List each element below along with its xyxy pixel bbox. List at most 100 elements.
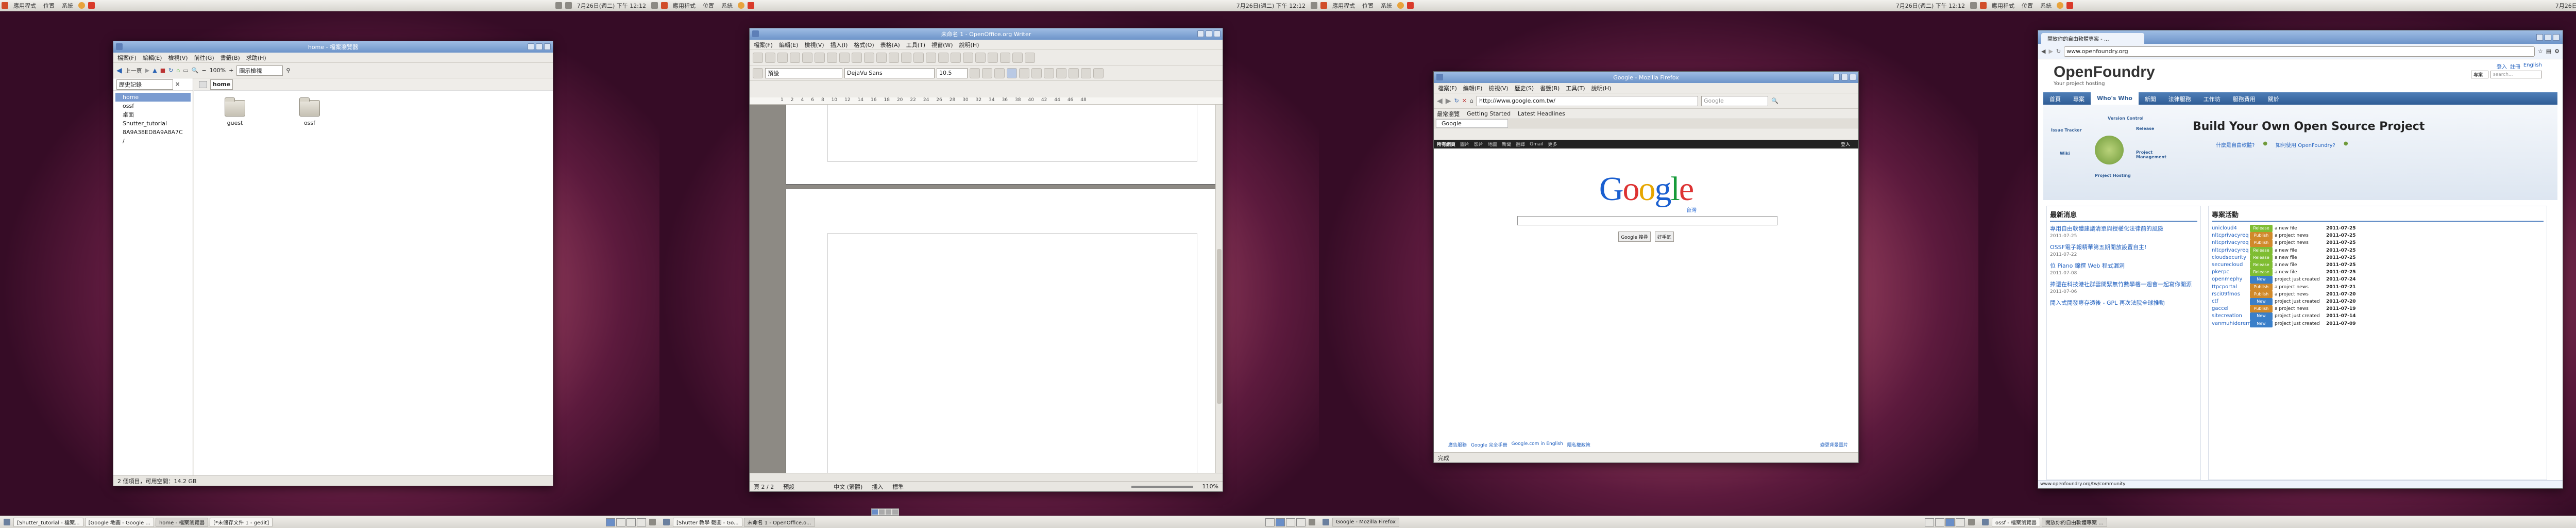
gnav-images[interactable]: 圖片 bbox=[1460, 141, 1469, 147]
nav-workshop[interactable]: 工作坊 bbox=[2197, 92, 2227, 105]
cut-icon[interactable] bbox=[876, 52, 887, 63]
align-left-icon[interactable] bbox=[1007, 68, 1017, 78]
draw-icon[interactable] bbox=[975, 52, 986, 63]
activity-project[interactable]: vanmuhiderem bbox=[2212, 320, 2251, 327]
login-link[interactable]: 登入 bbox=[1841, 141, 1850, 147]
workspace-switcher[interactable] bbox=[1925, 518, 1965, 526]
gnav-translate[interactable]: 翻譯 bbox=[1516, 141, 1525, 147]
menu-history[interactable]: 歷史(S) bbox=[1515, 84, 1534, 92]
menu-file[interactable]: 檔案(F) bbox=[117, 54, 137, 62]
table-icon[interactable] bbox=[963, 52, 973, 63]
styles-icon[interactable] bbox=[753, 68, 763, 78]
computer-icon[interactable]: ▭ bbox=[183, 67, 188, 74]
stop-icon[interactable]: ■ bbox=[160, 67, 165, 74]
taskbar-item[interactable]: [*未儲存文件 1 - gedit] bbox=[210, 517, 273, 527]
firefox-launcher-icon[interactable] bbox=[2057, 2, 2063, 9]
window-menu-icon[interactable] bbox=[752, 30, 759, 37]
view-mode-select[interactable]: 圖示檢視 bbox=[236, 65, 283, 76]
gnav-gmail[interactable]: Gmail bbox=[1530, 142, 1543, 147]
gnav-web[interactable]: 所有網頁 bbox=[1437, 141, 1455, 147]
edit-icon[interactable] bbox=[802, 52, 812, 63]
underline-icon[interactable] bbox=[994, 68, 1005, 78]
file-item[interactable]: guest bbox=[225, 97, 245, 126]
undo-icon[interactable] bbox=[926, 52, 936, 63]
firefox-launcher-icon[interactable] bbox=[738, 2, 744, 9]
menu-tools[interactable]: 工具(T) bbox=[1566, 84, 1585, 92]
activity-project[interactable]: openmephy bbox=[2212, 276, 2248, 283]
menu-help[interactable]: 說明(H) bbox=[959, 41, 979, 49]
redo-icon[interactable] bbox=[938, 52, 948, 63]
clock[interactable]: 7月26日(週二) 下午 12:12 bbox=[1236, 2, 1306, 10]
numbering-icon[interactable] bbox=[1056, 68, 1066, 78]
activity-project[interactable]: cloudsecurity bbox=[2212, 254, 2248, 261]
close-button[interactable] bbox=[1214, 30, 1221, 37]
menu-system[interactable]: 系統 bbox=[1381, 2, 1392, 10]
activity-project[interactable]: rsci09fmos bbox=[2212, 291, 2248, 298]
reload-icon[interactable]: ↻ bbox=[1454, 97, 1459, 104]
forward-arrow-icon[interactable]: ▶ bbox=[145, 67, 149, 74]
home-icon[interactable]: ⌂ bbox=[1470, 97, 1473, 104]
workspace-switcher[interactable] bbox=[1265, 518, 1306, 526]
nav-about[interactable]: 關於 bbox=[2262, 92, 2285, 105]
menu-table[interactable]: 表格(A) bbox=[880, 41, 900, 49]
print-icon[interactable] bbox=[827, 52, 837, 63]
bookmark-getting-started[interactable]: Getting Started bbox=[1467, 110, 1511, 117]
autospell-icon[interactable] bbox=[864, 52, 874, 63]
taskbar-item[interactable]: [Shutter_tutorial - 檔案... bbox=[13, 517, 83, 527]
gallery-icon[interactable] bbox=[1012, 52, 1023, 63]
taskbar-item[interactable]: ossf - 檔案瀏覽器 bbox=[1992, 517, 2041, 527]
email-icon[interactable] bbox=[790, 52, 800, 63]
menu-places[interactable]: 位置 bbox=[43, 2, 55, 10]
sidebar-item-home[interactable]: home bbox=[115, 93, 191, 102]
window-menu-icon[interactable] bbox=[1436, 74, 1443, 80]
show-desktop-icon[interactable] bbox=[663, 519, 670, 525]
title-bar[interactable]: 未命名 1 - OpenOffice.org Writer bbox=[750, 28, 1223, 40]
pdf-icon[interactable] bbox=[815, 52, 825, 63]
save-icon[interactable] bbox=[777, 52, 788, 63]
taskbar-item[interactable]: [Shutter 教學 截圖 - Go... bbox=[673, 517, 742, 527]
power-icon[interactable] bbox=[1311, 2, 1317, 9]
english-link[interactable]: English bbox=[2523, 62, 2542, 70]
stop-icon[interactable]: ✕ bbox=[1462, 97, 1467, 104]
find-icon[interactable] bbox=[988, 52, 998, 63]
register-link[interactable]: 註冊 bbox=[2510, 62, 2520, 70]
menu-help[interactable]: 求助(H) bbox=[246, 54, 266, 62]
menu-help[interactable]: 說明(H) bbox=[1591, 84, 1612, 92]
preview-icon[interactable] bbox=[839, 52, 850, 63]
menu-window[interactable]: 視窗(W) bbox=[931, 41, 953, 49]
what-is-free-software-button[interactable]: 什麼是自由軟體? bbox=[2216, 141, 2255, 148]
gnav-more[interactable]: 更多 bbox=[1548, 141, 1557, 147]
menu-view[interactable]: 檢視(V) bbox=[804, 41, 824, 49]
taskbar-item-active[interactable]: Google - Mozilla Firefox bbox=[1332, 517, 1399, 527]
activity-project[interactable]: ctf bbox=[2212, 298, 2248, 305]
menu-places[interactable]: 位置 bbox=[703, 2, 714, 10]
path-home-button[interactable]: home bbox=[210, 79, 233, 90]
page-menu-icon[interactable]: ▤ bbox=[2546, 48, 2551, 55]
show-desktop-icon[interactable] bbox=[1323, 519, 1329, 525]
openfoundry-logo[interactable]: OpenFoundry Your project hosting bbox=[2054, 63, 2155, 87]
path-left-button[interactable] bbox=[199, 80, 207, 88]
star-icon[interactable]: ☆ bbox=[2538, 48, 2543, 55]
screenshot-tray[interactable] bbox=[871, 508, 899, 516]
new-doc-icon[interactable] bbox=[753, 52, 763, 63]
open-icon[interactable] bbox=[765, 52, 775, 63]
google-search-input[interactable] bbox=[1517, 216, 1777, 225]
activity-project[interactable]: securecloud bbox=[2212, 261, 2248, 269]
gnav-videos[interactable]: 影片 bbox=[1474, 141, 1483, 147]
close-button[interactable] bbox=[2553, 34, 2560, 41]
sidebar-item-root[interactable]: / bbox=[115, 137, 191, 145]
shutter-launcher-icon[interactable] bbox=[88, 2, 95, 9]
trash-icon[interactable] bbox=[649, 519, 656, 525]
nav-home[interactable]: 首頁 bbox=[2043, 92, 2067, 105]
home-icon[interactable]: ⌂ bbox=[176, 67, 180, 74]
power-icon[interactable] bbox=[651, 2, 658, 9]
close-button[interactable] bbox=[544, 43, 551, 50]
paragraph-style-select[interactable]: 預設 bbox=[765, 68, 842, 78]
sidebar-item-shutter[interactable]: Shutter_tutorial bbox=[115, 119, 191, 128]
footer-ads[interactable]: 廣告服務 bbox=[1448, 441, 1467, 448]
ubuntu-logo-icon[interactable] bbox=[661, 2, 668, 9]
zoom-slider[interactable] bbox=[1131, 485, 1193, 488]
menu-system[interactable]: 系統 bbox=[721, 2, 733, 10]
change-background-link[interactable]: 變更背景圖片 bbox=[1820, 441, 1848, 448]
taskbar-item[interactable]: [Google 地圖 - Google ... bbox=[84, 517, 154, 527]
